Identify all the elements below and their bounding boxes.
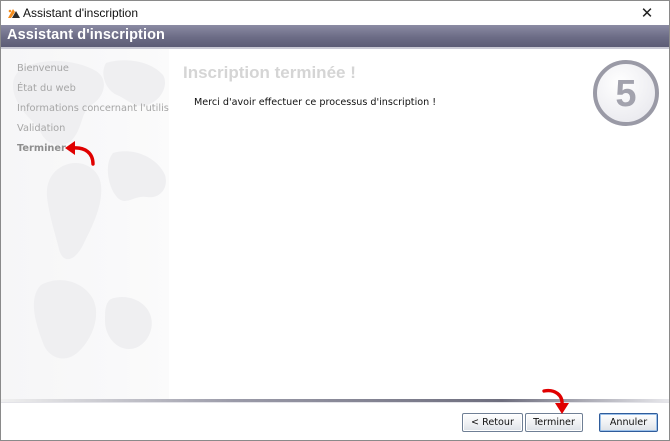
wizard-window: Assistant d'inscription ✕ Assistant d'in… [0, 0, 670, 441]
app-logo-icon [8, 9, 20, 18]
world-map-watermark-icon [12, 60, 166, 359]
back-button[interactable]: < Retour [462, 413, 523, 432]
step-number: 5 [615, 73, 636, 115]
window-title: Assistant d'inscription [23, 6, 139, 20]
content-title: Inscription terminée ! [183, 63, 356, 82]
close-icon: ✕ [640, 4, 654, 22]
close-button[interactable]: ✕ [625, 1, 669, 25]
steps-sidebar: Bienvenue État du web Informations conce… [1, 49, 169, 399]
content-message: Merci d'avoir effectuer ce processus d'i… [194, 97, 437, 108]
cancel-button[interactable]: Annuler [599, 413, 658, 432]
step-number-badge: 5 [593, 60, 659, 126]
red-curved-arrow-icon [65, 141, 95, 166]
step-user-info: Informations concernant l'utilisateur [17, 103, 169, 114]
banner-title: Assistant d'inscription [7, 27, 166, 43]
title-bar: Assistant d'inscription ✕ [1, 1, 669, 25]
step-web-status: État du web [17, 83, 76, 94]
header-banner: Assistant d'inscription [1, 25, 669, 47]
step-validation: Validation [17, 123, 66, 134]
step-welcome: Bienvenue [17, 63, 69, 74]
red-curved-arrow-icon [542, 388, 569, 414]
step-finish: Terminer [17, 143, 66, 154]
finish-button[interactable]: Terminer [525, 413, 583, 432]
